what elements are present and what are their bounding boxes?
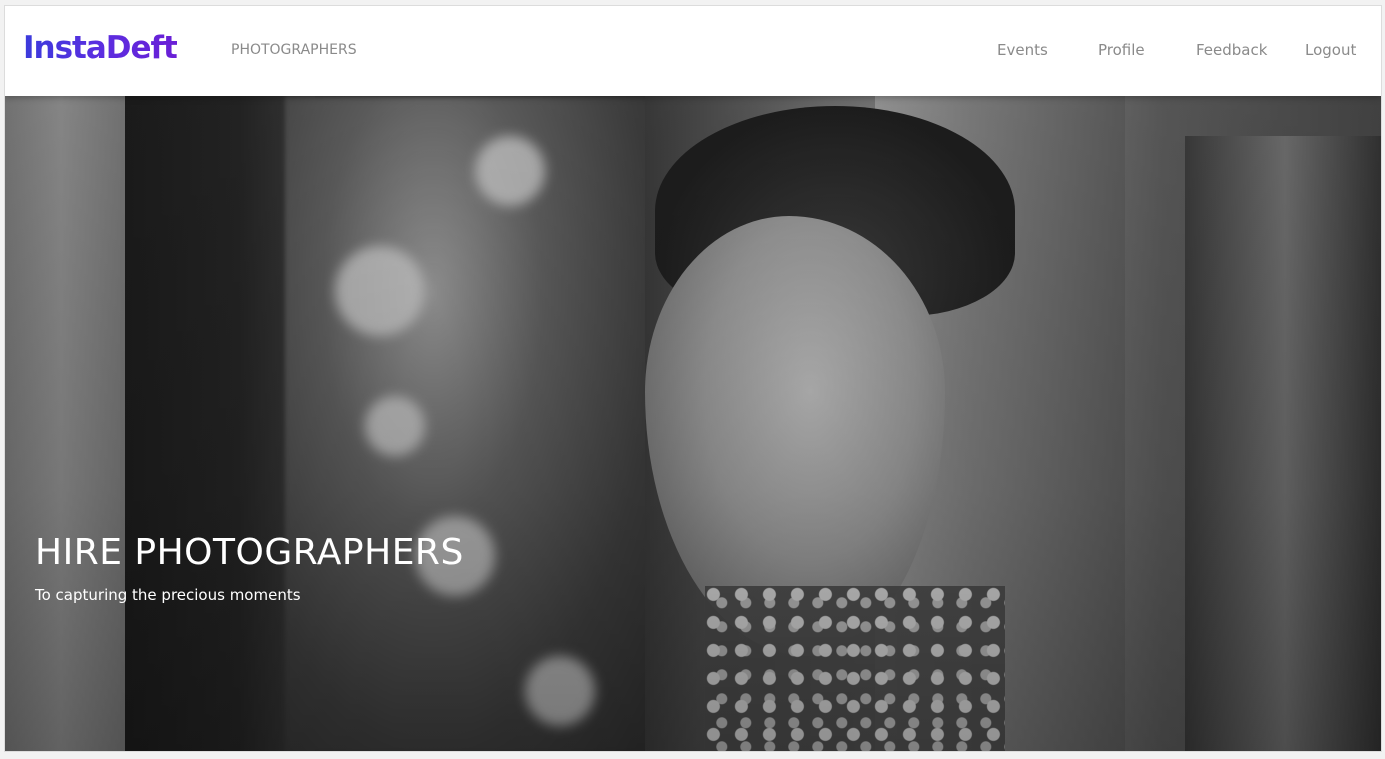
brand-logo[interactable]: InstaDeft [23,30,178,66]
hero-title: HIRE PHOTOGRAPHERS [35,532,464,573]
hero-banner: HIRE PHOTOGRAPHERS To capturing the prec… [5,96,1381,751]
hero-subtitle: To capturing the precious moments [35,586,301,604]
top-navbar: InstaDeft PHOTOGRAPHERS Events Profile F… [5,6,1381,96]
nav-profile[interactable]: Profile [1098,41,1145,59]
nav-feedback[interactable]: Feedback [1196,41,1267,59]
browser-viewport: InstaDeft PHOTOGRAPHERS Events Profile F… [4,5,1382,752]
nav-events[interactable]: Events [997,41,1048,59]
nav-logout[interactable]: Logout [1305,41,1356,59]
photographers-link[interactable]: PHOTOGRAPHERS [231,42,357,58]
hero-photo-overlay [5,96,1381,751]
